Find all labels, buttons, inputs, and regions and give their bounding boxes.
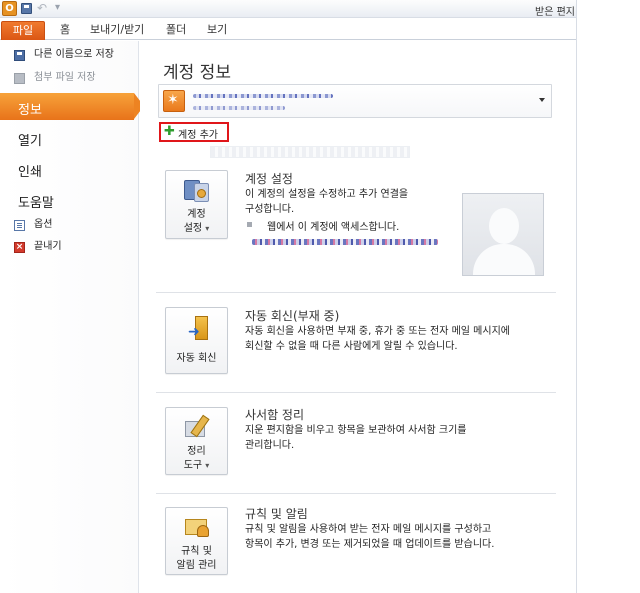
quick-access-dropdown-icon[interactable]: ▾: [55, 2, 60, 13]
page-title: 계정 정보: [163, 63, 231, 83]
save-attachments-label: 첨부 파일 저장: [34, 72, 96, 83]
tab-send-receive[interactable]: 보내기/받기: [90, 21, 144, 40]
exit-icon: ×: [14, 242, 25, 253]
account-settings-button-label-1: 계정: [187, 209, 206, 220]
cleanup-tools-button[interactable]: 정리 도구 ▾: [165, 407, 228, 475]
auto-reply-button[interactable]: ➜ 자동 회신: [165, 307, 228, 374]
web-access-link-redacted[interactable]: [252, 239, 438, 245]
add-icon: ✚: [164, 124, 175, 139]
account-name-redacted: [193, 94, 333, 98]
add-account-button[interactable]: ✚ 계정 추가: [159, 122, 229, 142]
options-icon: [14, 220, 25, 231]
account-settings-desc-1: 이 계정의 설정을 수정하고 추가 연결을: [245, 189, 409, 200]
divider: [156, 392, 556, 393]
cleanup-tools-button-label-2: 도구: [183, 460, 203, 471]
chevron-down-icon: ▾: [205, 461, 210, 470]
options-label: 옵션: [34, 219, 53, 230]
account-settings-icon: [184, 178, 211, 204]
nav-item-info[interactable]: 정보: [0, 93, 144, 120]
window-title: 받은 편지: [535, 7, 575, 18]
tab-home[interactable]: 홈: [60, 21, 70, 40]
tab-folder[interactable]: 폴더: [166, 21, 186, 40]
save-icon[interactable]: [21, 3, 32, 14]
nav-item-info-label: 정보: [18, 103, 42, 118]
profile-photo-placeholder[interactable]: [462, 193, 544, 276]
divider: [156, 493, 556, 494]
save-attachments-icon: [14, 73, 25, 84]
rules-alerts-desc-2: 항목이 추가, 변경 또는 제거되었을 때 업데이트를 받습니다.: [245, 539, 495, 550]
account-settings-button[interactable]: 계정 설정 ▾: [165, 170, 228, 239]
tab-file[interactable]: 파일: [1, 21, 45, 40]
undo-icon[interactable]: ↶: [37, 1, 47, 15]
ribbon-tab-bar: 파일 홈 보내기/받기 폴더 보기: [0, 18, 576, 40]
rules-alerts-button-label-2: 알림 관리: [176, 560, 217, 571]
rules-alerts-icon: [185, 515, 211, 541]
account-dropdown[interactable]: [158, 84, 552, 118]
account-type-redacted: [193, 106, 285, 110]
mailbox-cleanup-desc-1: 지운 편지함을 비우고 항목을 보관하여 사서함 크기를: [245, 425, 467, 436]
account-settings-desc-2: 구성합니다.: [245, 204, 295, 215]
account-settings-title: 계정 설정: [245, 172, 293, 186]
backstage-nav: 다른 이름으로 저장 첨부 파일 저장 정보 열기 인쇄 도움말 옵션 × 끝내…: [0, 41, 144, 593]
rules-alerts-desc-1: 규칙 및 알림을 사용하여 받는 전자 메일 메시지를 구성하고: [245, 524, 492, 535]
nav-item-print[interactable]: 인쇄: [18, 161, 42, 180]
auto-reply-icon: ➜: [188, 316, 208, 340]
nav-item-help[interactable]: 도움말: [18, 192, 54, 211]
auto-reply-desc-2: 회신할 수 없을 때 다른 사람에게 알릴 수 있습니다.: [245, 341, 458, 352]
rules-alerts-button-label-1: 규칙 및: [181, 546, 212, 557]
account-info-pane: 계정 정보 ✚ 계정 추가 계정 설정 ▾ 계정 설정 이 계정의 설정을 수정…: [140, 41, 576, 593]
add-account-label: 계정 추가: [178, 130, 218, 141]
bullet-icon: [247, 222, 252, 227]
chevron-down-icon: [539, 98, 545, 102]
auto-reply-title: 자동 회신(부재 중): [245, 309, 340, 323]
nav-item-open[interactable]: 열기: [18, 130, 42, 149]
cleanup-tools-icon: [185, 414, 211, 441]
exchange-account-icon: [163, 90, 185, 112]
mailbox-cleanup-desc-2: 관리합니다.: [245, 440, 295, 451]
rules-alerts-title: 규칙 및 알림: [245, 507, 308, 521]
save-as-icon: [14, 50, 25, 61]
cleanup-tools-button-label-1: 정리: [187, 446, 206, 457]
title-bar: O ↶ ▾ 받은 편지: [0, 0, 576, 18]
outlook-logo-icon: O: [2, 1, 17, 16]
divider: [156, 292, 556, 293]
auto-reply-button-label: 자동 회신: [176, 353, 217, 364]
auto-reply-desc-1: 자동 회신을 사용하면 부재 중, 휴가 중 또는 전자 메일 메시지에: [245, 326, 510, 337]
chevron-down-icon: ▾: [205, 224, 210, 233]
rules-alerts-button[interactable]: 규칙 및 알림 관리: [165, 507, 228, 575]
web-access-label: 웹에서 이 계정에 액세스합니다.: [267, 222, 400, 233]
mailbox-cleanup-title: 사서함 정리: [245, 408, 305, 422]
account-settings-button-label-2: 설정: [183, 223, 203, 234]
save-as-label: 다른 이름으로 저장: [34, 49, 114, 60]
tab-view[interactable]: 보기: [207, 21, 227, 40]
faint-hint-redacted: [210, 146, 410, 158]
background-area: [576, 0, 640, 593]
exit-label: 끝내기: [34, 241, 62, 252]
